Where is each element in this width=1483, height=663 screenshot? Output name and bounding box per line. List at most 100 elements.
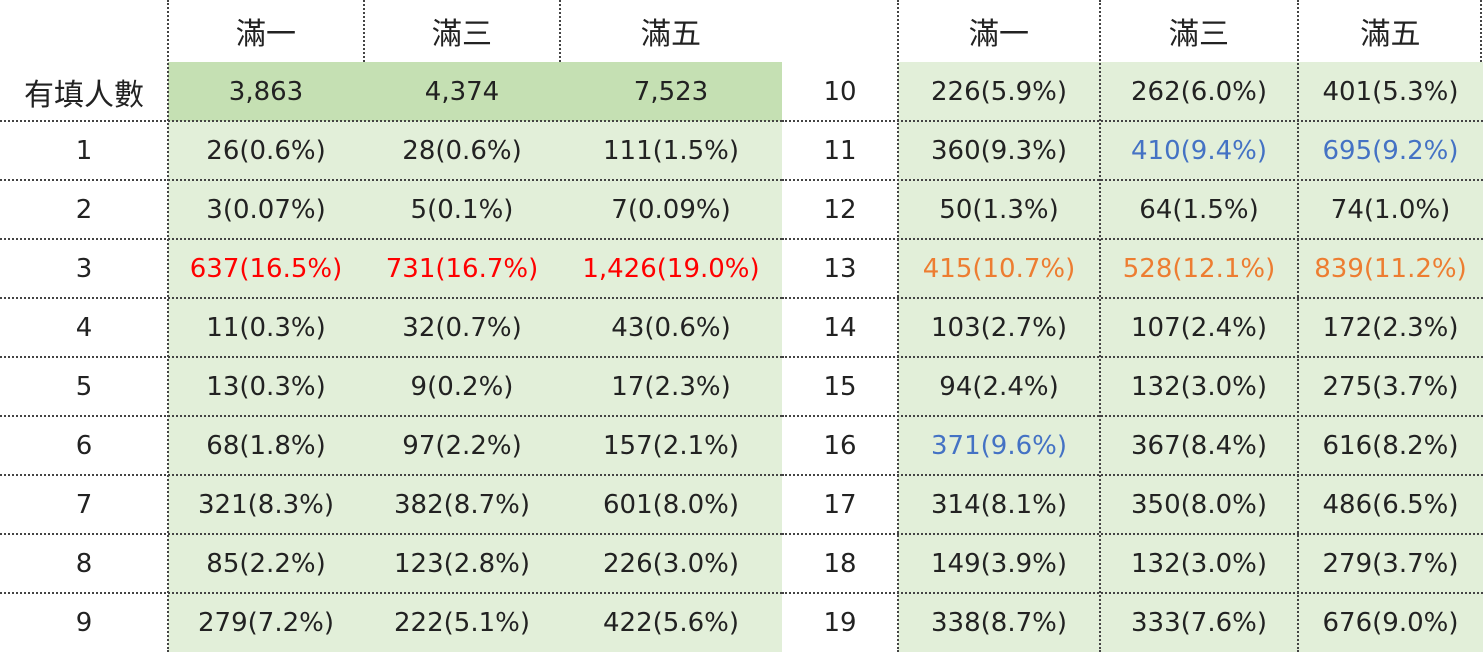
row-label-text: 18 <box>823 548 857 579</box>
table-cell: 26(0.6%) <box>168 121 364 180</box>
grid-line <box>363 0 365 62</box>
table-cell-text: 401(5.3%) <box>1322 76 1459 107</box>
row-label-text: 2 <box>75 194 93 225</box>
right-header-3-text: 滿五 <box>1360 17 1421 52</box>
table-cell: 97(2.2%) <box>364 416 560 475</box>
table-cell: 360(9.3%) <box>898 121 1100 180</box>
row-label: 15 <box>782 357 898 416</box>
left-header-2-text: 滿三 <box>432 17 492 52</box>
table-cell-text: 3(0.07%) <box>206 194 326 225</box>
table-cell-text: 422(5.6%) <box>603 607 739 638</box>
right-header-1-text: 滿一 <box>969 17 1029 52</box>
row-label-text: 12 <box>823 194 857 225</box>
row-label-text: 5 <box>75 371 93 402</box>
table-cell-text: 97(2.2%) <box>402 430 522 461</box>
row-label: 12 <box>782 180 898 239</box>
grid-line <box>559 0 561 62</box>
table-cell-text: 68(1.8%) <box>206 430 326 461</box>
table-cell: 839(11.2%) <box>1298 239 1483 298</box>
table-cell-text: 172(2.3%) <box>1322 312 1459 343</box>
table-cell-text: 85(2.2%) <box>206 548 326 579</box>
grid-line <box>1099 0 1101 652</box>
grid-line <box>0 415 782 417</box>
table-cell: 601(8.0%) <box>560 475 782 534</box>
row-label: 18 <box>782 534 898 593</box>
table-cell-text: 123(2.8%) <box>394 548 530 579</box>
table-cell-text: 731(16.7%) <box>385 253 539 284</box>
grid-line <box>782 238 1483 240</box>
table-cell: 85(2.2%) <box>168 534 364 593</box>
grid-line <box>1297 0 1299 652</box>
row-label: 4 <box>0 298 168 357</box>
grid-line <box>782 297 1483 299</box>
table-cell: 17(2.3%) <box>560 357 782 416</box>
table-cell: 222(5.1%) <box>364 593 560 652</box>
grid-line <box>0 356 782 358</box>
table-cell-text: 94(2.4%) <box>939 371 1059 402</box>
grid-line <box>782 179 1483 181</box>
row-label: 6 <box>0 416 168 475</box>
total-value-1-text: 3,863 <box>228 76 304 107</box>
row-label-text: 11 <box>823 135 857 166</box>
table-cell-text: 149(3.9%) <box>931 548 1067 579</box>
total-value-2-text: 4,374 <box>424 76 500 107</box>
table-cell: 43(0.6%) <box>560 298 782 357</box>
table-cell-text: 11(0.3%) <box>206 312 326 343</box>
grid-line <box>782 356 1483 358</box>
table-cell-text: 314(8.1%) <box>931 489 1067 520</box>
total-value-3: 7,523 <box>560 62 782 121</box>
grid-line <box>782 474 1483 476</box>
row-label-text: 13 <box>823 253 857 284</box>
total-value-2: 4,374 <box>364 62 560 121</box>
table-cell-text: 262(6.0%) <box>1131 76 1267 107</box>
table-cell-text: 32(0.7%) <box>402 312 522 343</box>
table-cell-text: 371(9.6%) <box>931 430 1067 461</box>
table-cell: 382(8.7%) <box>364 475 560 534</box>
row-label: 17 <box>782 475 898 534</box>
table-cell: 64(1.5%) <box>1100 180 1298 239</box>
total-label-text: 有填人數 <box>24 77 144 113</box>
table-cell: 13(0.3%) <box>168 357 364 416</box>
row-label-text: 7 <box>75 489 93 520</box>
table-cell-text: 601(8.0%) <box>603 489 739 520</box>
table-cell-text: 486(6.5%) <box>1322 489 1459 520</box>
row-label: 8 <box>0 534 168 593</box>
table-cell: 3(0.07%) <box>168 180 364 239</box>
grid-line <box>0 120 782 122</box>
table-cell: 28(0.6%) <box>364 121 560 180</box>
right-header-2: 滿三 <box>1100 0 1298 62</box>
table-cell: 11(0.3%) <box>168 298 364 357</box>
table-cell-text: 26(0.6%) <box>206 135 326 166</box>
table-cell-text: 222(5.1%) <box>394 607 530 638</box>
row-label: 1 <box>0 121 168 180</box>
row-label-text: 17 <box>823 489 857 520</box>
table-cell-text: 226(3.0%) <box>603 548 739 579</box>
row-label: 19 <box>782 593 898 652</box>
table-cell-text: 333(7.6%) <box>1131 607 1267 638</box>
table-cell: 157(2.1%) <box>560 416 782 475</box>
table-cell-text: 637(16.5%) <box>189 253 343 284</box>
row-label: 7 <box>0 475 168 534</box>
table-cell-text: 7(0.09%) <box>611 194 731 225</box>
table-cell: 1,426(19.0%) <box>560 239 782 298</box>
table-cell: 637(16.5%) <box>168 239 364 298</box>
table-cell: 616(8.2%) <box>1298 416 1483 475</box>
table-cell: 262(6.0%) <box>1100 62 1298 121</box>
row-label: 14 <box>782 298 898 357</box>
table-cell-text: 839(11.2%) <box>1314 253 1467 284</box>
row-label: 3 <box>0 239 168 298</box>
table-cell-text: 350(8.0%) <box>1131 489 1267 520</box>
table-cell-text: 367(8.4%) <box>1131 430 1267 461</box>
table-cell: 107(2.4%) <box>1100 298 1298 357</box>
row-label-text: 4 <box>75 312 93 343</box>
total-label: 有填人數 <box>0 62 168 121</box>
table-cell-text: 279(3.7%) <box>1322 548 1459 579</box>
row-label-text: 9 <box>75 607 93 638</box>
table-cell-text: 382(8.7%) <box>394 489 530 520</box>
table-cell-text: 1,426(19.0%) <box>582 253 760 284</box>
table-cell: 9(0.2%) <box>364 357 560 416</box>
table-cell: 415(10.7%) <box>898 239 1100 298</box>
row-label-text: 3 <box>75 253 93 284</box>
table-cell-text: 338(8.7%) <box>931 607 1067 638</box>
table-cell-text: 616(8.2%) <box>1322 430 1459 461</box>
